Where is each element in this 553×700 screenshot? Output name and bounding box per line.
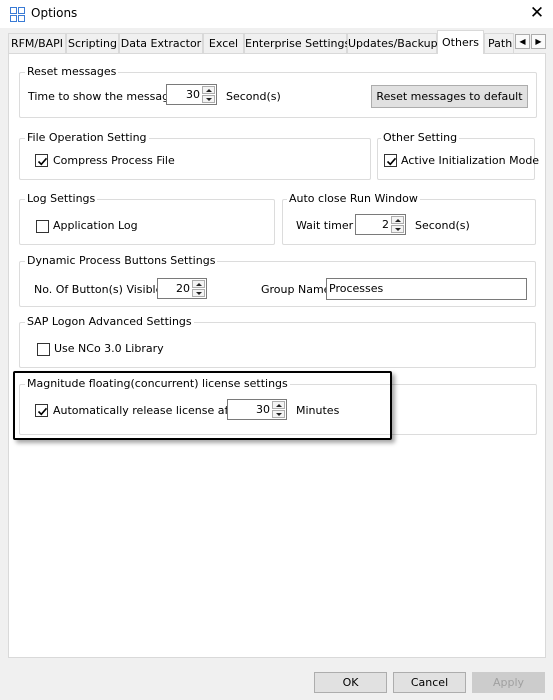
application-log-label: Application Log <box>53 219 138 232</box>
close-icon[interactable]: ✕ <box>526 3 548 25</box>
arrow-right-icon: ▶ <box>535 37 542 46</box>
sap-logon-title: SAP Logon Advanced Settings <box>25 315 194 328</box>
time-to-show-value: 30 <box>186 88 200 101</box>
cancel-button[interactable]: Cancel <box>393 672 466 693</box>
buttons-visible-spinner[interactable]: 20 <box>157 278 207 299</box>
compress-process-file-checkbox[interactable] <box>35 154 48 167</box>
tab-scroll-right-button[interactable]: ▶ <box>531 34 546 49</box>
use-nco-checkbox[interactable] <box>37 343 50 356</box>
chevron-up-icon <box>395 219 401 222</box>
application-log-checkbox[interactable] <box>36 220 49 233</box>
chevron-up-icon <box>196 283 202 286</box>
active-initialization-label: Active Initialization Mode <box>401 154 540 167</box>
wait-timer-value: 2 <box>382 218 389 231</box>
spin-down-button[interactable] <box>202 95 215 103</box>
options-app-icon <box>10 7 25 22</box>
tab-rfm-bapi[interactable]: RFM/BAPI <box>8 33 66 53</box>
spin-down-button[interactable] <box>391 225 404 233</box>
wait-timer-label: Wait timer <box>296 219 354 232</box>
apply-button[interactable]: Apply <box>472 672 545 693</box>
other-setting-title: Other Setting <box>381 131 460 144</box>
spin-down-button[interactable] <box>192 289 205 297</box>
window-title: Options <box>31 6 78 20</box>
auto-close-title: Auto close Run Window <box>287 192 420 205</box>
chevron-down-icon <box>196 292 202 295</box>
group-name-label: Group Name <box>261 283 331 296</box>
chevron-down-icon <box>206 98 212 101</box>
active-initialization-checkbox[interactable] <box>384 154 397 167</box>
buttons-visible-value: 20 <box>176 282 190 295</box>
tab-enterprise-settings[interactable]: Enterprise Settings <box>244 33 350 53</box>
tab-scroll-left-button[interactable]: ◀ <box>515 34 530 49</box>
spin-up-button[interactable] <box>391 216 404 224</box>
use-nco-label: Use NCo 3.0 Library <box>54 342 164 355</box>
time-to-show-spinner[interactable]: 30 <box>166 84 217 105</box>
chevron-up-icon <box>206 89 212 92</box>
spin-up-button[interactable] <box>192 280 205 288</box>
group-name-input[interactable]: Processes <box>326 278 527 300</box>
chevron-down-icon <box>395 228 401 231</box>
tab-path[interactable]: Path <box>484 33 514 53</box>
tab-others[interactable]: Others <box>437 30 484 54</box>
tab-scripting[interactable]: Scripting <box>66 33 119 53</box>
wait-timer-spinner[interactable]: 2 <box>355 214 406 235</box>
arrow-left-icon: ◀ <box>519 37 526 46</box>
tab-updates-backup[interactable]: Updates/Backup <box>347 33 438 53</box>
reset-messages-title: Reset messages <box>25 65 119 78</box>
file-operation-title: File Operation Setting <box>25 131 149 144</box>
spin-up-button[interactable] <box>202 86 215 94</box>
title-bar <box>0 0 553 28</box>
wait-timer-unit-label: Second(s) <box>415 219 470 232</box>
time-to-show-label: Time to show the message <box>28 90 176 103</box>
checkmark-icon <box>37 157 48 166</box>
highlight-box <box>13 371 392 440</box>
checkmark-icon <box>386 157 397 166</box>
ok-button[interactable]: OK <box>314 672 387 693</box>
tab-excel[interactable]: Excel <box>203 33 244 53</box>
compress-process-file-label: Compress Process File <box>53 154 175 167</box>
reset-messages-default-button[interactable]: Reset messages to default <box>371 85 528 108</box>
tab-data-extractor[interactable]: Data Extractor <box>119 33 203 53</box>
buttons-visible-label: No. Of Button(s) Visible <box>34 283 163 296</box>
time-unit-label: Second(s) <box>226 90 281 103</box>
dynamic-buttons-title: Dynamic Process Buttons Settings <box>25 254 218 267</box>
log-settings-title: Log Settings <box>25 192 98 205</box>
